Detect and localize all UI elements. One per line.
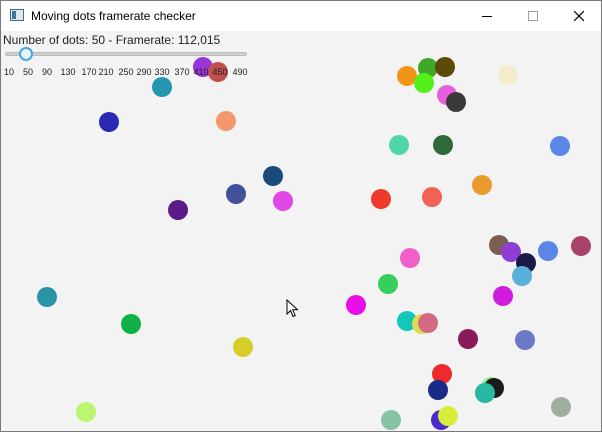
slider-tick-label: 10 [3,67,15,77]
moving-dot [226,184,246,204]
moving-dot [263,166,283,186]
slider-tick-label: 410 [193,67,209,77]
moving-dot [76,402,96,422]
slider-tick-label: 450 [212,67,228,77]
moving-dot [498,65,518,85]
app-window: Moving dots framerate checker Number of … [0,0,602,432]
close-icon [574,11,584,21]
moving-dot [512,266,532,286]
moving-dot [389,135,409,155]
slider-tick-label: 210 [98,67,114,77]
slider-tick-label: 290 [136,67,152,77]
canvas-area: Number of dots: 50 - Framerate: 112,015 … [1,31,601,431]
slider-tick-label: 490 [232,67,248,77]
moving-dot [493,286,513,306]
moving-dot [515,330,535,350]
moving-dot [551,397,571,417]
dot-count-slider[interactable] [5,52,247,56]
moving-dot [550,136,570,156]
slider-tick-label: 90 [41,67,53,77]
slider-tick-label: 250 [118,67,134,77]
moving-dot [422,187,442,207]
minimize-icon [482,16,492,17]
slider-tick-label: 330 [154,67,170,77]
dots-canvas [1,31,601,431]
moving-dot [433,135,453,155]
minimize-button[interactable] [464,1,510,31]
moving-dot [168,200,188,220]
slider-tick-label: 130 [60,67,76,77]
moving-dot [435,57,455,77]
moving-dot [438,406,458,426]
status-label: Number of dots: 50 - Framerate: 112,015 [3,33,221,47]
moving-dot [381,410,401,430]
moving-dot [273,191,293,211]
moving-dot [378,274,398,294]
moving-dot [371,189,391,209]
moving-dot [414,73,434,93]
slider-tick-label: 170 [81,67,97,77]
moving-dot [152,77,172,97]
moving-dot [346,295,366,315]
title-bar[interactable]: Moving dots framerate checker [1,1,601,31]
slider-thumb[interactable] [19,47,33,61]
moving-dot [446,92,466,112]
moving-dot [472,175,492,195]
moving-dot [538,241,558,261]
moving-dot [458,329,478,349]
moving-dot [37,287,57,307]
moving-dot [571,236,591,256]
moving-dot [216,111,236,131]
moving-dot [418,313,438,333]
maximize-icon [528,11,538,21]
maximize-button[interactable] [510,1,556,31]
moving-dot [475,383,495,403]
moving-dot [99,112,119,132]
window-title: Moving dots framerate checker [31,9,196,23]
slider-tick-label: 50 [22,67,34,77]
slider-tick-label: 370 [174,67,190,77]
moving-dot [121,314,141,334]
moving-dot [233,337,253,357]
app-window-icon [10,9,24,21]
close-button[interactable] [556,1,601,31]
moving-dot [400,248,420,268]
mouse-pointer-icon [286,299,299,318]
moving-dot [428,380,448,400]
